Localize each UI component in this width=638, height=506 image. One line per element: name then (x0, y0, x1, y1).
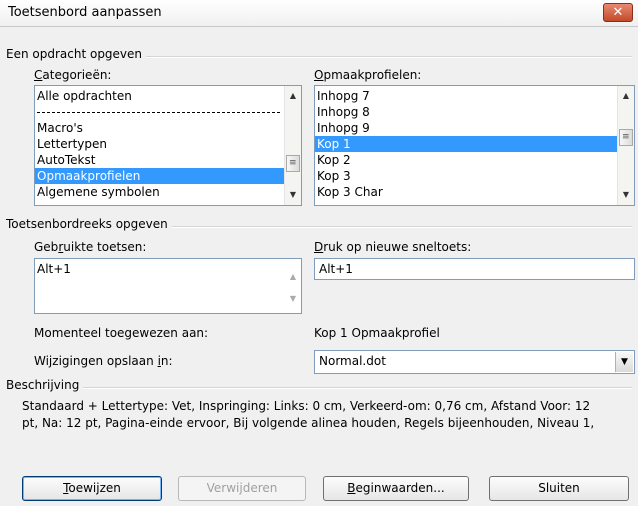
current-keys-list: Alt+1 (35, 261, 284, 277)
new-key-input[interactable]: Alt+1 (314, 258, 635, 280)
title-bar[interactable]: Toetsenbord aanpassen ✕ (0, 0, 638, 27)
category-item[interactable]: AutoTekst (35, 152, 284, 168)
scroll-down-icon[interactable]: ▼ (618, 187, 634, 203)
close-icon[interactable]: ✕ (603, 3, 633, 22)
category-item[interactable]: Alle opdrachten (35, 88, 284, 104)
remove-button[interactable]: Verwijderen (178, 476, 306, 501)
style-item[interactable]: Kop 2 (315, 152, 617, 168)
category-item[interactable]: Algemene symbolen (35, 184, 284, 200)
description-line-1: Standaard + Lettertype: Vet, Inspringing… (22, 399, 591, 413)
group-command-label: Een opdracht opgeven (6, 47, 147, 61)
window-title: Toetsenbord aanpassen (8, 5, 162, 20)
assigned-value: Kop 1 Opmaakprofiel (314, 326, 440, 340)
current-keys-listbox[interactable]: Alt+1 ▲ ▼ (34, 258, 302, 314)
style-item[interactable]: Inhopg 8 (315, 104, 617, 120)
category-item[interactable]: Macro's (35, 120, 284, 136)
categories-label: Categorieën: (34, 68, 112, 82)
description-label: Beschrijving (6, 378, 84, 392)
styles-list: Inhopg 7 Inhopg 8 Inhopg 9 Kop 1 Kop 2 Kop 3K… (315, 88, 617, 200)
save-in-combobox[interactable]: Normal.dot ▼ (314, 350, 635, 374)
scroll-down-icon[interactable]: ▼ (285, 291, 301, 307)
categories-listbox[interactable]: Alle opdrachten Macro's Lettertypen AutoTek… (34, 85, 302, 206)
style-item[interactable]: Inhopg 9 (315, 120, 617, 136)
styles-label: Opmaakprofielen: (314, 68, 422, 82)
styles-scrollbar[interactable]: ▲ ▼ (617, 86, 634, 205)
chevron-down-icon[interactable]: ▼ (615, 352, 633, 372)
scroll-up-icon[interactable]: ▲ (285, 269, 301, 285)
categories-list: Alle opdrachten Macro's Lettertypen AutoTek… (35, 88, 284, 200)
save-in-value: Normal.dot (319, 354, 386, 368)
description-text: Standaard + Lettertype: Vet, Inspringing… (22, 398, 636, 432)
current-key-item[interactable]: Alt+1 (35, 261, 284, 277)
current-keys-label: Gebruikte toetsen: (34, 240, 147, 254)
styles-scroll-thumb[interactable] (619, 129, 633, 146)
description-line-2: pt, Na: 12 pt, Pagina-einde ervoor, Bij … (22, 416, 595, 430)
style-item[interactable]: Inhopg 7 (315, 88, 617, 104)
categories-scroll-thumb[interactable] (286, 155, 300, 172)
group-keys-label: Toetsenbordreeks opgeven (6, 217, 172, 231)
description-separator (6, 387, 632, 389)
reset-button[interactable]: Beginwaarden... (323, 476, 469, 501)
scroll-up-icon[interactable]: ▲ (618, 88, 634, 104)
style-item[interactable]: Kop 1 (315, 136, 617, 152)
scroll-down-icon[interactable]: ▼ (285, 187, 301, 203)
category-item[interactable]: Opmaakprofielen (35, 168, 284, 184)
style-item[interactable]: Kop 3 Char (315, 184, 617, 200)
scroll-up-icon[interactable]: ▲ (285, 88, 301, 104)
category-item[interactable]: Lettertypen (35, 136, 284, 152)
close-button[interactable]: Sluiten (489, 476, 629, 501)
styles-listbox[interactable]: Inhopg 7 Inhopg 8 Inhopg 9 Kop 1 Kop 2 Kop 3K… (314, 85, 635, 206)
save-in-label: Wijzigingen opslaan in: (34, 354, 173, 368)
category-separator (35, 104, 284, 120)
style-item[interactable]: Kop 3 (315, 168, 617, 184)
categories-scrollbar[interactable]: ▲ ▼ (284, 86, 301, 205)
new-key-label: Druk op nieuwe sneltoets: (314, 240, 472, 254)
assign-button[interactable]: Toewijzen (22, 476, 162, 501)
assigned-label: Momenteel toegewezen aan: (34, 326, 209, 340)
current-keys-scrollbar[interactable]: ▲ ▼ (285, 259, 301, 313)
